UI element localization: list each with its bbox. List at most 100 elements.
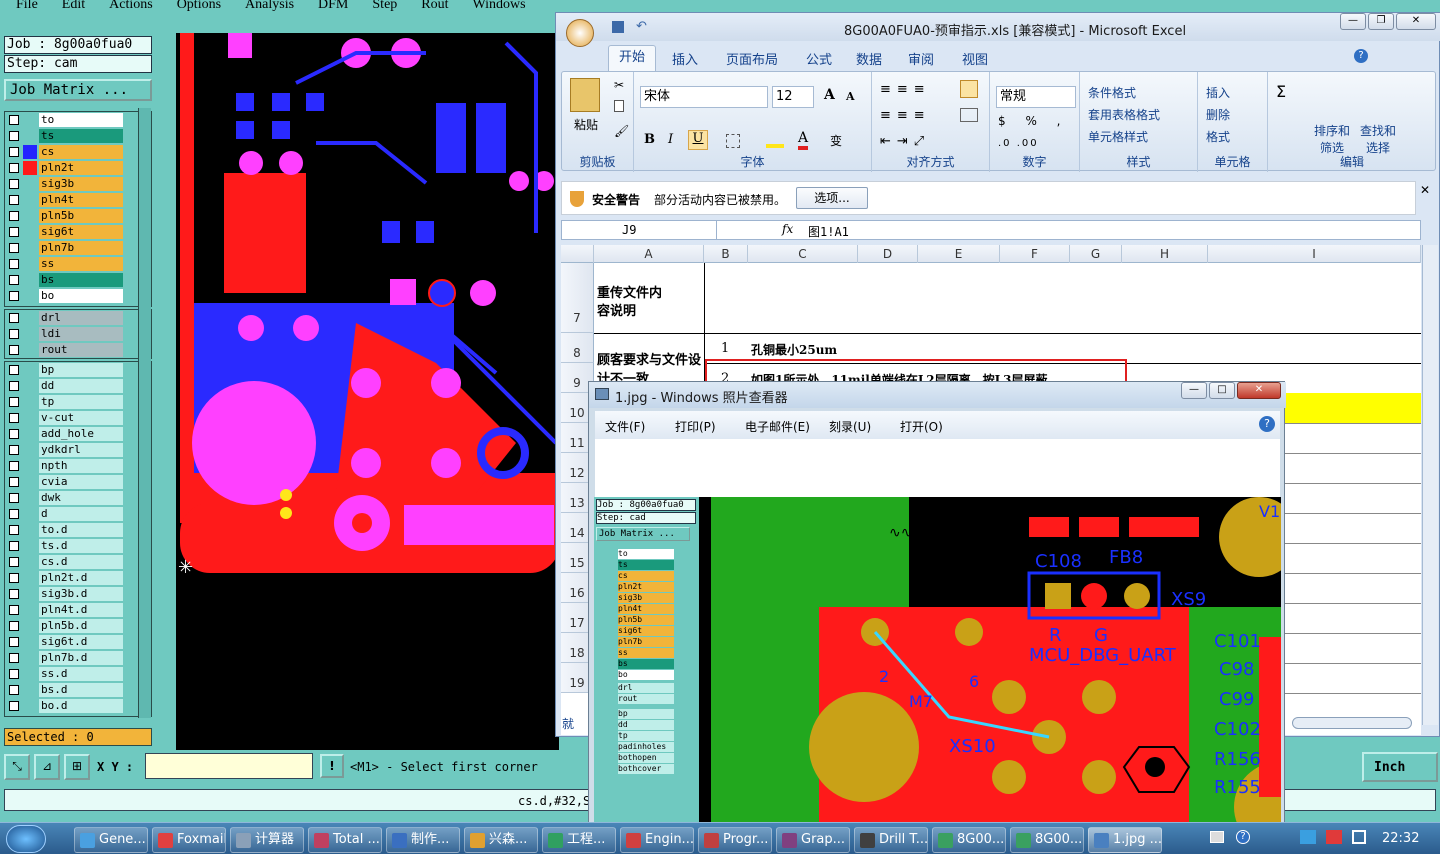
layer-checkbox[interactable] (9, 211, 19, 221)
fx-icon[interactable]: fx (782, 222, 793, 236)
layer-color-swatch[interactable] (23, 273, 37, 287)
app-tray-icon[interactable] (1300, 830, 1316, 844)
layer-name[interactable]: ts.d (39, 539, 123, 553)
layer-checkbox[interactable] (9, 163, 19, 173)
decimal-icons[interactable]: .0 .00 (998, 138, 1039, 149)
misc-layer-row[interactable]: ss.d (5, 666, 151, 682)
misc-layer-row[interactable]: ts.d (5, 538, 151, 554)
layer-color-swatch[interactable] (23, 507, 37, 521)
taskbar-item[interactable]: 工程... (542, 827, 616, 853)
font-color-icon[interactable]: A (798, 130, 809, 150)
format-painter-icon[interactable]: 🖌 (614, 124, 629, 138)
layer-color-swatch[interactable] (23, 289, 37, 303)
vertical-scrollbar[interactable] (1422, 245, 1438, 725)
layer-name[interactable]: npth (39, 459, 123, 473)
pcb-canvas[interactable]: ✳ (176, 33, 559, 750)
fill-color-icon[interactable] (766, 144, 784, 148)
undo-icon[interactable]: ↶ (636, 19, 647, 34)
layer-color-swatch[interactable] (23, 699, 37, 713)
viewer-menu-burn[interactable]: 刻录(U) (829, 418, 871, 435)
layer-color-swatch[interactable] (23, 475, 37, 489)
layer-color-swatch[interactable] (23, 587, 37, 601)
tab-page-layout[interactable]: 页面布局 (726, 49, 778, 68)
layer-color-swatch[interactable] (23, 343, 37, 357)
layer-name[interactable]: ss.d (39, 667, 123, 681)
misc-layer-row[interactable]: pln7b.d (5, 650, 151, 666)
taskbar-item[interactable]: Progr... (698, 827, 772, 853)
wrap-text-icon[interactable] (960, 80, 978, 98)
delete-cells-button[interactable]: 删除 (1206, 106, 1230, 123)
layer-color-swatch[interactable] (23, 161, 37, 175)
menu-actions[interactable]: Actions (109, 0, 153, 12)
layer-checkbox[interactable] (9, 509, 19, 519)
horizontal-align-icons[interactable]: ≡≡≡ (880, 108, 931, 123)
misc-layer-row[interactable]: sig6t.d (5, 634, 151, 650)
layer-color-swatch[interactable] (23, 145, 37, 159)
viewer-menu-email[interactable]: 电子邮件(E) (745, 418, 810, 435)
paste-icon[interactable] (570, 78, 600, 112)
layer-checkbox[interactable] (9, 365, 19, 375)
clock[interactable]: 22:32 (1382, 831, 1419, 846)
layer-checkbox[interactable] (9, 525, 19, 535)
col-header-b[interactable]: B (704, 245, 748, 263)
find-select-button[interactable]: 查找和选择 (1358, 122, 1398, 156)
menu-edit[interactable]: Edit (62, 0, 85, 12)
network-tray-icon[interactable] (1352, 830, 1366, 844)
layer-row[interactable]: ts (5, 128, 151, 144)
layer-scrollbar[interactable] (138, 108, 151, 718)
layer-name[interactable]: tp (39, 395, 123, 409)
taskbar-item[interactable]: Engin... (620, 827, 694, 853)
layer-name[interactable]: bs (39, 273, 123, 287)
phonetic-icon[interactable]: 变 (830, 132, 842, 149)
col-header-i[interactable]: I (1208, 245, 1421, 263)
layer-color-swatch[interactable] (23, 193, 37, 207)
taskbar-item[interactable]: Drill T... (854, 827, 928, 853)
format-table-button[interactable]: 套用表格格式 (1088, 106, 1160, 123)
layer-name[interactable]: dd (39, 379, 123, 393)
layer-name[interactable]: ldi (39, 327, 123, 341)
layer-checkbox[interactable] (9, 179, 19, 189)
viewer-menu-file[interactable]: 文件(F) (605, 418, 645, 435)
layer-color-swatch[interactable] (23, 363, 37, 377)
layer-name[interactable]: bp (39, 363, 123, 377)
number-format-select[interactable]: 常规 (996, 86, 1076, 108)
layer-checkbox[interactable] (9, 275, 19, 285)
units-button[interactable]: Inch (1362, 752, 1438, 782)
row-header-7[interactable]: 7 (561, 263, 594, 333)
menu-options[interactable]: Options (177, 0, 221, 12)
misc-layer-row[interactable]: pln2t.d (5, 570, 151, 586)
misc-layer-row[interactable]: cs.d (5, 554, 151, 570)
layer-name[interactable]: d (39, 507, 123, 521)
misc-layer-row[interactable]: npth (5, 458, 151, 474)
layer-color-swatch[interactable] (23, 427, 37, 441)
layer-color-swatch[interactable] (23, 177, 37, 191)
layer-checkbox[interactable] (9, 445, 19, 455)
layer-checkbox[interactable] (9, 557, 19, 567)
taskbar-item[interactable]: Grap... (776, 827, 850, 853)
layer-checkbox[interactable] (9, 589, 19, 599)
layer-checkbox[interactable] (9, 669, 19, 679)
job-matrix-button[interactable]: Job Matrix ... (4, 79, 152, 101)
layer-checkbox[interactable] (9, 429, 19, 439)
bold-icon[interactable]: B (644, 132, 655, 147)
misc-layer-row[interactable]: bp (5, 362, 151, 378)
layer-color-swatch[interactable] (23, 241, 37, 255)
col-header-h[interactable]: H (1122, 245, 1208, 263)
col-header-c[interactable]: C (748, 245, 858, 263)
layer-color-swatch[interactable] (23, 523, 37, 537)
layer-color-swatch[interactable] (23, 667, 37, 681)
cell-styles-button[interactable]: 单元格样式 (1088, 128, 1148, 145)
border-icon[interactable] (726, 134, 740, 148)
layer-row[interactable]: to (5, 112, 151, 128)
drill-layer-row[interactable]: rout (5, 342, 151, 358)
taskbar-item[interactable]: 兴森... (464, 827, 538, 853)
layer-color-swatch[interactable] (23, 571, 37, 585)
layer-name[interactable]: bo (39, 289, 123, 303)
layer-checkbox[interactable] (9, 461, 19, 471)
merge-icon[interactable] (960, 108, 978, 122)
copy-icon[interactable] (614, 100, 624, 112)
layer-color-swatch[interactable] (23, 491, 37, 505)
keyboard-tray-icon[interactable] (1210, 831, 1224, 843)
menu-rout[interactable]: Rout (421, 0, 448, 12)
layer-name[interactable]: pln4t.d (39, 603, 123, 617)
